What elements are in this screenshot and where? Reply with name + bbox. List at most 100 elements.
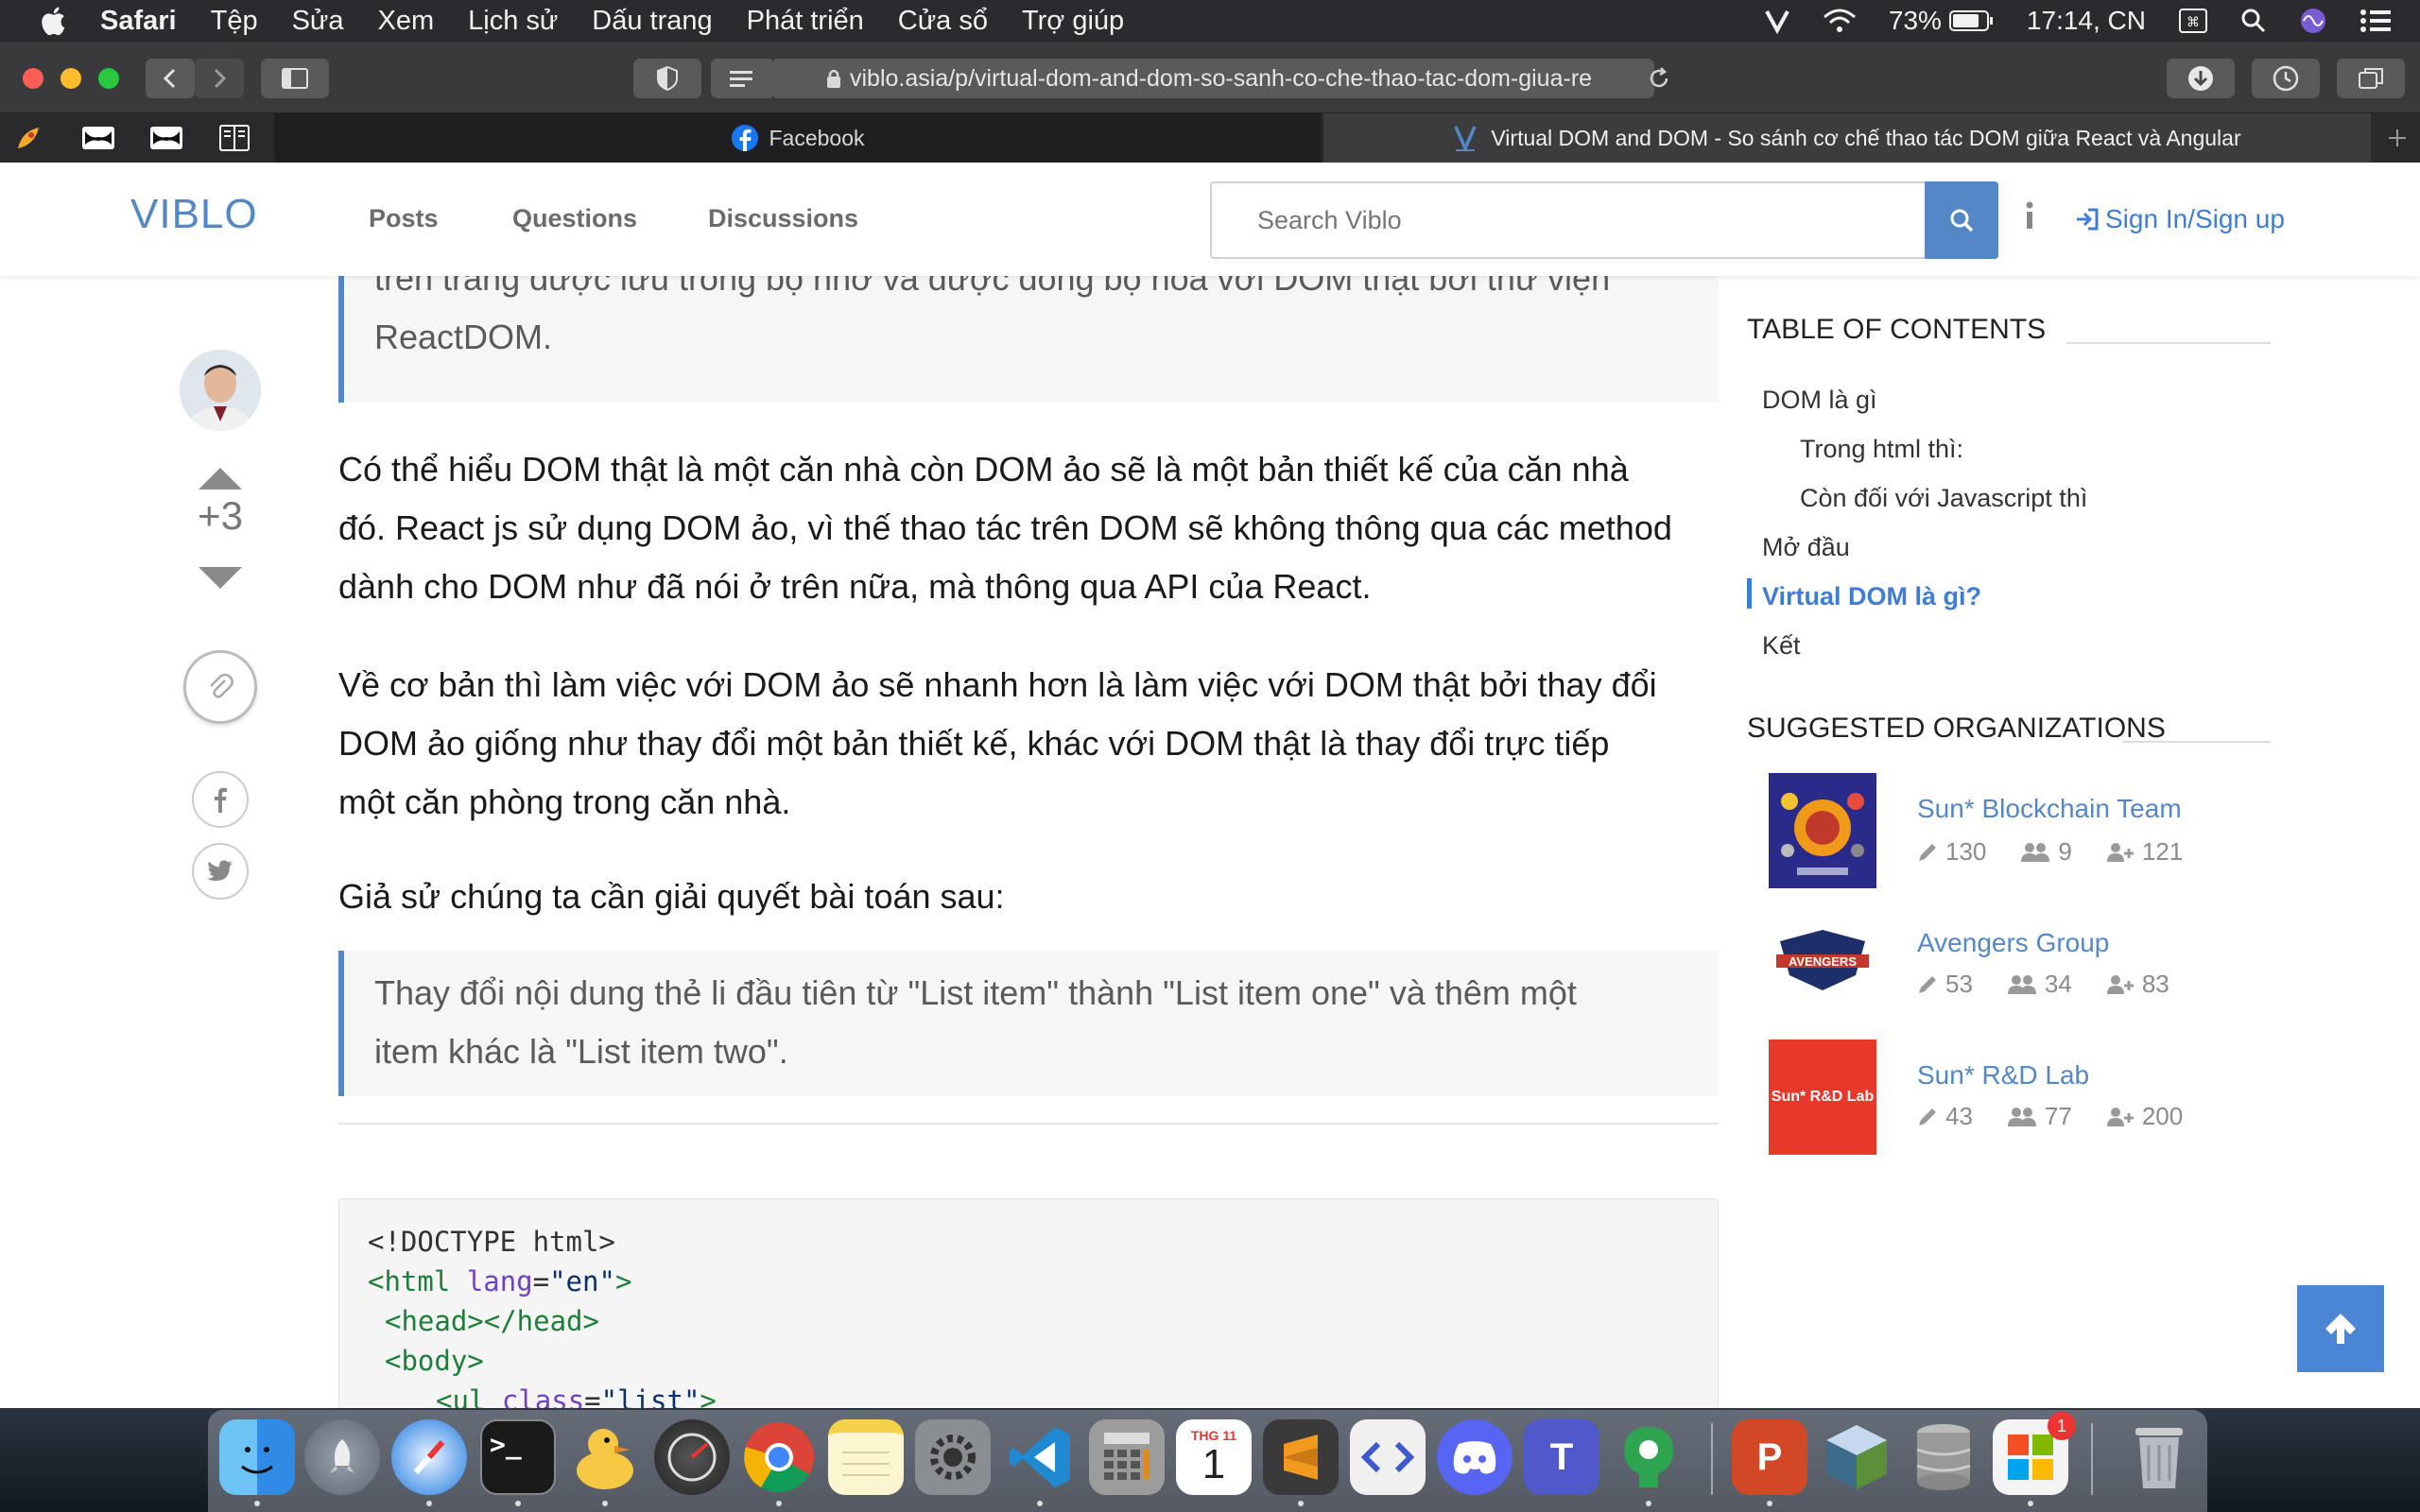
orgs-heading-line	[2122, 741, 2271, 743]
toc-item[interactable]: Trong html thì:	[1800, 435, 1963, 464]
org-stats: 43 77 200	[1917, 1102, 2217, 1131]
code-eq: =	[532, 1265, 550, 1297]
code-string: "en"	[549, 1265, 615, 1297]
address-bar[interactable]: viblo.asia/p/virtual-dom-and-dom-so-sanh…	[770, 59, 1654, 98]
rocket-bookmark-icon	[18, 128, 39, 148]
search-input[interactable]	[1210, 181, 1925, 259]
menu-edit[interactable]: Sửa	[292, 6, 344, 37]
share-facebook-button[interactable]	[192, 771, 249, 828]
search-icon	[1950, 209, 1974, 232]
notification-center-icon[interactable]	[2360, 8, 2392, 34]
siri-icon[interactable]	[2299, 7, 2327, 35]
xml-editor-icon[interactable]	[1350, 1419, 1426, 1495]
forward-button[interactable]	[195, 59, 244, 98]
menu-bookmarks[interactable]: Dấu trang	[592, 6, 712, 37]
toc-item[interactable]: DOM là gì	[1762, 386, 1877, 415]
favorite-2[interactable]	[79, 121, 117, 155]
nav-discussions[interactable]: Discussions	[708, 204, 858, 233]
org-members: 34	[2044, 970, 2072, 998]
new-tab-button[interactable]	[2377, 121, 2418, 155]
calendar-icon[interactable]: THG 11 1	[1176, 1419, 1252, 1495]
keyboard-input-icon[interactable]: ⌘	[2178, 8, 2208, 34]
back-to-top-button[interactable]	[2297, 1285, 2384, 1372]
toc-item[interactable]: Kết	[1762, 631, 1801, 661]
instruments-icon[interactable]	[654, 1419, 730, 1495]
discord-icon[interactable]	[1437, 1419, 1512, 1495]
sidebar-toggle-button[interactable]	[261, 59, 329, 98]
org-name[interactable]: Sun* R&D Lab	[1917, 1060, 2089, 1091]
teams-icon[interactable]: T	[1524, 1419, 1599, 1495]
sublime-text-icon[interactable]	[1263, 1419, 1339, 1495]
trash-icon[interactable]	[2121, 1419, 2197, 1495]
close-window-button[interactable]	[23, 68, 43, 89]
favorite-4[interactable]	[216, 121, 253, 155]
pencil-icon	[1919, 843, 1936, 861]
reader-view-button[interactable]	[711, 59, 771, 98]
sourcetree-icon[interactable]	[1611, 1419, 1686, 1495]
downloads-button[interactable]	[2167, 59, 2235, 98]
menu-app-name[interactable]: Safari	[100, 6, 177, 37]
menu-history[interactable]: Lịch sử	[468, 6, 558, 37]
downvote-icon[interactable]	[197, 565, 244, 592]
back-button[interactable]	[146, 59, 195, 98]
clock[interactable]: 17:14, CN	[2027, 6, 2146, 36]
powerpoint-icon[interactable]: P	[1732, 1419, 1807, 1495]
info-icon[interactable]	[2023, 200, 2036, 231]
search-button[interactable]	[1925, 181, 1998, 259]
cube-app-icon[interactable]	[1819, 1419, 1894, 1495]
cyberduck-icon[interactable]	[567, 1419, 643, 1495]
org-logo-rd-lab[interactable]: Sun* R&D Lab	[1769, 1040, 1876, 1155]
vscode-icon[interactable]	[1002, 1419, 1078, 1495]
history-button[interactable]	[2252, 59, 2320, 98]
tab-facebook[interactable]: Facebook	[274, 113, 1322, 163]
reload-icon[interactable]	[1647, 66, 1671, 91]
notes-icon[interactable]	[828, 1419, 904, 1495]
facebook-icon	[215, 787, 227, 813]
sign-in-link[interactable]: Sign In/Sign up	[2075, 204, 2285, 234]
menu-window[interactable]: Cửa sổ	[898, 6, 988, 37]
wifi-icon[interactable]	[1823, 8, 1857, 34]
database-icon[interactable]	[1906, 1419, 1981, 1495]
toc-item[interactable]: Mở đầu	[1762, 533, 1850, 562]
terminal-icon[interactable]: >_	[480, 1419, 556, 1495]
author-avatar[interactable]	[180, 350, 261, 431]
quote-line: ReactDOM.	[374, 318, 553, 356]
org-name[interactable]: Avengers Group	[1917, 928, 2109, 958]
minimize-window-button[interactable]	[60, 68, 81, 89]
tab-bar: Facebook Virtual DOM and DOM - So sánh c…	[0, 113, 2420, 163]
favorite-3[interactable]	[147, 121, 185, 155]
toc-item-active[interactable]: Virtual DOM là gì?	[1762, 582, 1981, 611]
privacy-report-button[interactable]	[633, 59, 701, 98]
safari-icon[interactable]	[391, 1419, 467, 1495]
code-tag: <html	[368, 1265, 451, 1297]
menu-help[interactable]: Trợ giúp	[1022, 6, 1124, 37]
upvote-icon[interactable]	[197, 465, 244, 491]
app-store-updates-icon[interactable]: 1	[1993, 1412, 2076, 1495]
system-preferences-icon[interactable]	[915, 1419, 991, 1495]
spotlight-search-icon[interactable]	[2240, 8, 2267, 34]
share-twitter-button[interactable]	[192, 843, 249, 900]
zoom-window-button[interactable]	[98, 68, 119, 89]
tab-viblo-article[interactable]: Virtual DOM and DOM - So sánh cơ chế tha…	[1323, 113, 2371, 163]
org-logo-blockchain[interactable]	[1769, 773, 1876, 888]
org-name[interactable]: Sun* Blockchain Team	[1917, 794, 2182, 824]
nav-questions[interactable]: Questions	[512, 204, 637, 233]
menu-develop[interactable]: Phát triển	[747, 6, 864, 37]
menu-view[interactable]: Xem	[377, 6, 434, 37]
launchpad-icon[interactable]	[304, 1419, 380, 1495]
clip-button[interactable]	[183, 650, 257, 724]
org-logo-avengers[interactable]: AVENGERS	[1769, 905, 1876, 1021]
favorite-1[interactable]	[9, 121, 47, 155]
nav-posts[interactable]: Posts	[369, 204, 439, 233]
chrome-icon[interactable]	[741, 1419, 817, 1495]
battery-icon[interactable]	[1948, 9, 1995, 32]
calculator-icon[interactable]	[1089, 1419, 1165, 1495]
finder-icon[interactable]	[219, 1419, 295, 1495]
menu-file[interactable]: Tệp	[211, 6, 258, 37]
code-line: <!DOCTYPE html>	[368, 1222, 1689, 1262]
apple-icon[interactable]	[38, 4, 72, 38]
viblo-logo[interactable]: VIBLO	[130, 191, 258, 238]
toc-item[interactable]: Còn đối với Javascript thì	[1800, 484, 2087, 513]
v-status-icon[interactable]	[1764, 8, 1790, 34]
tab-overview-button[interactable]	[2337, 59, 2405, 98]
